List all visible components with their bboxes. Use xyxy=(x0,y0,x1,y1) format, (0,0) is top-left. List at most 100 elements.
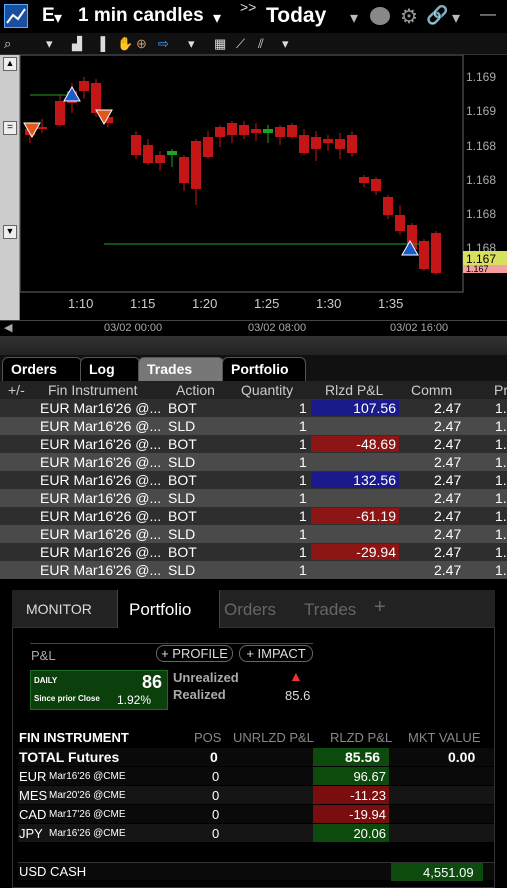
app-logo-icon[interactable] xyxy=(4,4,28,28)
x-tick-label: 1:25 xyxy=(254,296,279,311)
scroll-down-icon[interactable]: ▼ xyxy=(3,225,17,239)
candle-body xyxy=(155,155,165,163)
tools-dropdown-icon[interactable]: ▾ xyxy=(188,36,195,52)
more-dropdown-icon[interactable]: ▾ xyxy=(282,36,289,52)
pos-quantity: 0 xyxy=(212,826,220,841)
cell-action: SLD xyxy=(168,490,196,506)
candle-body xyxy=(215,127,225,137)
cell-instrument: EUR Mar16'26 @... xyxy=(40,472,162,488)
total-rlzd: 85.56 xyxy=(345,749,381,765)
table-row[interactable]: EUR Mar16'26 @... BOT 1 132.56 2.47 1. xyxy=(0,471,507,489)
table-row[interactable]: EUR Mar16'26 @... SLD 1 2.47 1. xyxy=(0,489,507,507)
cell-quantity: 1 xyxy=(299,400,307,416)
mcol-mktvalue[interactable]: MKT VALUE xyxy=(408,730,480,745)
impact-button[interactable]: + IMPACT xyxy=(239,645,313,662)
tab-orders[interactable]: Orders xyxy=(2,357,82,381)
tab-portfolio[interactable]: Portfolio xyxy=(222,357,306,381)
mcol-pos[interactable]: POS xyxy=(194,730,221,745)
mcol-rlzd[interactable]: RLZD P&L xyxy=(330,730,392,745)
mcol-instrument[interactable]: FIN INSTRUMENT xyxy=(19,730,129,745)
profile-button[interactable]: + PROFILE xyxy=(156,645,233,662)
period-dropdown-icon[interactable]: ▾ xyxy=(350,8,358,28)
link-icon[interactable]: 🔗 xyxy=(426,5,448,26)
pos-rlzd: 96.67 xyxy=(353,769,386,784)
chart-toolbar: ⌕ ▾ ▟ ▐ ✋ ⊕ ⇨ ▾ ▦ ⟋ ⫽ ▾ xyxy=(0,33,507,55)
nav-left-icon[interactable]: ◀ xyxy=(4,321,12,334)
table-row[interactable]: EUR Mar16'26 @... BOT 1 -48.69 2.47 1. xyxy=(0,435,507,453)
col-rlzd-pnl[interactable]: Rlzd P&L xyxy=(325,382,383,398)
position-row[interactable]: MES Mar20'26 @CME 0 -11.23 xyxy=(18,786,494,804)
position-row[interactable]: EUR Mar16'26 @CME 0 96.67 xyxy=(18,767,494,785)
table-row[interactable]: EUR Mar16'26 @... SLD 1 2.47 1. xyxy=(0,417,507,435)
scroll-up-icon[interactable]: ▲ xyxy=(3,57,17,71)
ruler-icon[interactable]: ▦ xyxy=(214,36,226,52)
symbol-dropdown-icon[interactable]: ▾ xyxy=(54,8,62,28)
timeframe-dropdown-icon[interactable]: ▾ xyxy=(213,8,221,28)
position-row[interactable]: JPY Mar16'26 @CME 0 20.06 xyxy=(18,824,494,842)
daily-value: 86 xyxy=(142,672,163,692)
tab-trades[interactable]: Trades xyxy=(138,357,224,381)
cell-comm: 2.47 xyxy=(434,508,462,524)
usd-cash-row[interactable]: USD CASH 4,551.09 xyxy=(18,862,494,881)
pos-expiry: Mar16'26 @CME xyxy=(49,771,126,782)
bars-icon[interactable]: ▐ xyxy=(96,36,105,51)
zoom-icon[interactable]: ⌕ xyxy=(4,36,11,52)
warning-icon: ▲ xyxy=(289,668,303,684)
table-row[interactable]: EUR Mar16'26 @... BOT 1 -61.19 2.47 1. xyxy=(0,507,507,525)
panel-divider[interactable] xyxy=(0,336,507,355)
cell-rlzd-pnl: -48.69 xyxy=(356,436,396,452)
tab-log[interactable]: Log xyxy=(80,357,140,381)
crosshair-icon[interactable]: ⊕ xyxy=(136,36,147,52)
time-navigator[interactable]: ◀ 03/02 00:00 03/02 08:00 03/02 16:00 xyxy=(0,320,507,336)
minimize-icon[interactable]: — xyxy=(480,6,496,24)
pos-quantity: 0 xyxy=(212,769,220,784)
col-comm[interactable]: Comm xyxy=(411,382,452,398)
chart-type-icon[interactable]: ▟ xyxy=(72,36,82,52)
table-row[interactable]: EUR Mar16'26 @... SLD 1 2.47 1. xyxy=(0,525,507,543)
tab-monitor[interactable]: MONITOR xyxy=(26,601,92,617)
mcol-unrlzd[interactable]: UNRLZD P&L xyxy=(233,730,314,745)
zoom-dropdown-icon[interactable]: ▾ xyxy=(46,36,53,52)
cell-rlzd-pnl: 132.56 xyxy=(353,472,396,488)
tab-trades-monitor[interactable]: Trades xyxy=(304,600,356,620)
hand-icon[interactable]: ✋ xyxy=(117,36,133,52)
col-action[interactable]: Action xyxy=(176,382,215,398)
col-quantity[interactable]: Quantity xyxy=(241,382,293,398)
candle-body xyxy=(251,129,261,133)
cell-action: BOT xyxy=(168,436,197,452)
cell-action: SLD xyxy=(168,562,196,578)
total-futures-row[interactable]: TOTAL Futures 0 85.56 0.00 xyxy=(18,748,494,766)
price-chart[interactable]: 1.1691.1691.1681.1681.1681.1681.1671.167… xyxy=(20,55,507,320)
menu-dropdown-icon[interactable]: ▾ xyxy=(452,8,460,28)
col-instrument[interactable]: Fin Instrument xyxy=(48,382,137,398)
pos-rlzd: -11.23 xyxy=(350,788,386,803)
add-tab-button[interactable]: + xyxy=(374,596,386,619)
arrow-icon[interactable]: ⇨ xyxy=(158,36,169,52)
candle-body xyxy=(275,127,285,137)
fan-icon[interactable]: ⫽ xyxy=(258,36,264,52)
table-row[interactable]: EUR Mar16'26 @... SLD 1 2.47 1. xyxy=(0,453,507,471)
last-price-label-2: 1.167 xyxy=(466,264,489,274)
period-arrow-icon: >> xyxy=(240,0,257,15)
cell-price: 1. xyxy=(495,436,507,452)
y-tick-label: 1.169 xyxy=(466,104,496,118)
position-row[interactable]: CAD Mar17'26 @CME 0 -19.94 xyxy=(18,805,494,823)
period-label[interactable]: Today xyxy=(266,4,326,28)
cell-price: 1. xyxy=(495,418,507,434)
table-row[interactable]: EUR Mar16'26 @... BOT 1 -29.94 2.47 1. xyxy=(0,543,507,561)
symbol-label[interactable]: E xyxy=(42,5,55,27)
cell-instrument: EUR Mar16'26 @... xyxy=(40,544,162,560)
lines-icon[interactable]: ⟋ xyxy=(236,36,245,52)
timeframe-label[interactable]: 1 min candles xyxy=(78,5,204,27)
chat-icon[interactable] xyxy=(370,7,390,25)
y-tick-label: 1.168 xyxy=(466,173,496,187)
table-row[interactable]: EUR Mar16'26 @... SLD 1 2.47 1. xyxy=(0,561,507,579)
cell-comm: 2.47 xyxy=(434,526,462,542)
cell-comm: 2.47 xyxy=(434,418,462,434)
price-marker-icon[interactable]: = xyxy=(3,121,17,135)
gear-icon[interactable]: ⚙ xyxy=(400,4,418,29)
col-price[interactable]: Pr xyxy=(494,382,507,398)
tab-orders-monitor[interactable]: Orders xyxy=(224,600,276,620)
col-plusminus[interactable]: +/- xyxy=(8,382,25,398)
table-row[interactable]: EUR Mar16'26 @... BOT 1 107.56 2.47 1. xyxy=(0,399,507,417)
